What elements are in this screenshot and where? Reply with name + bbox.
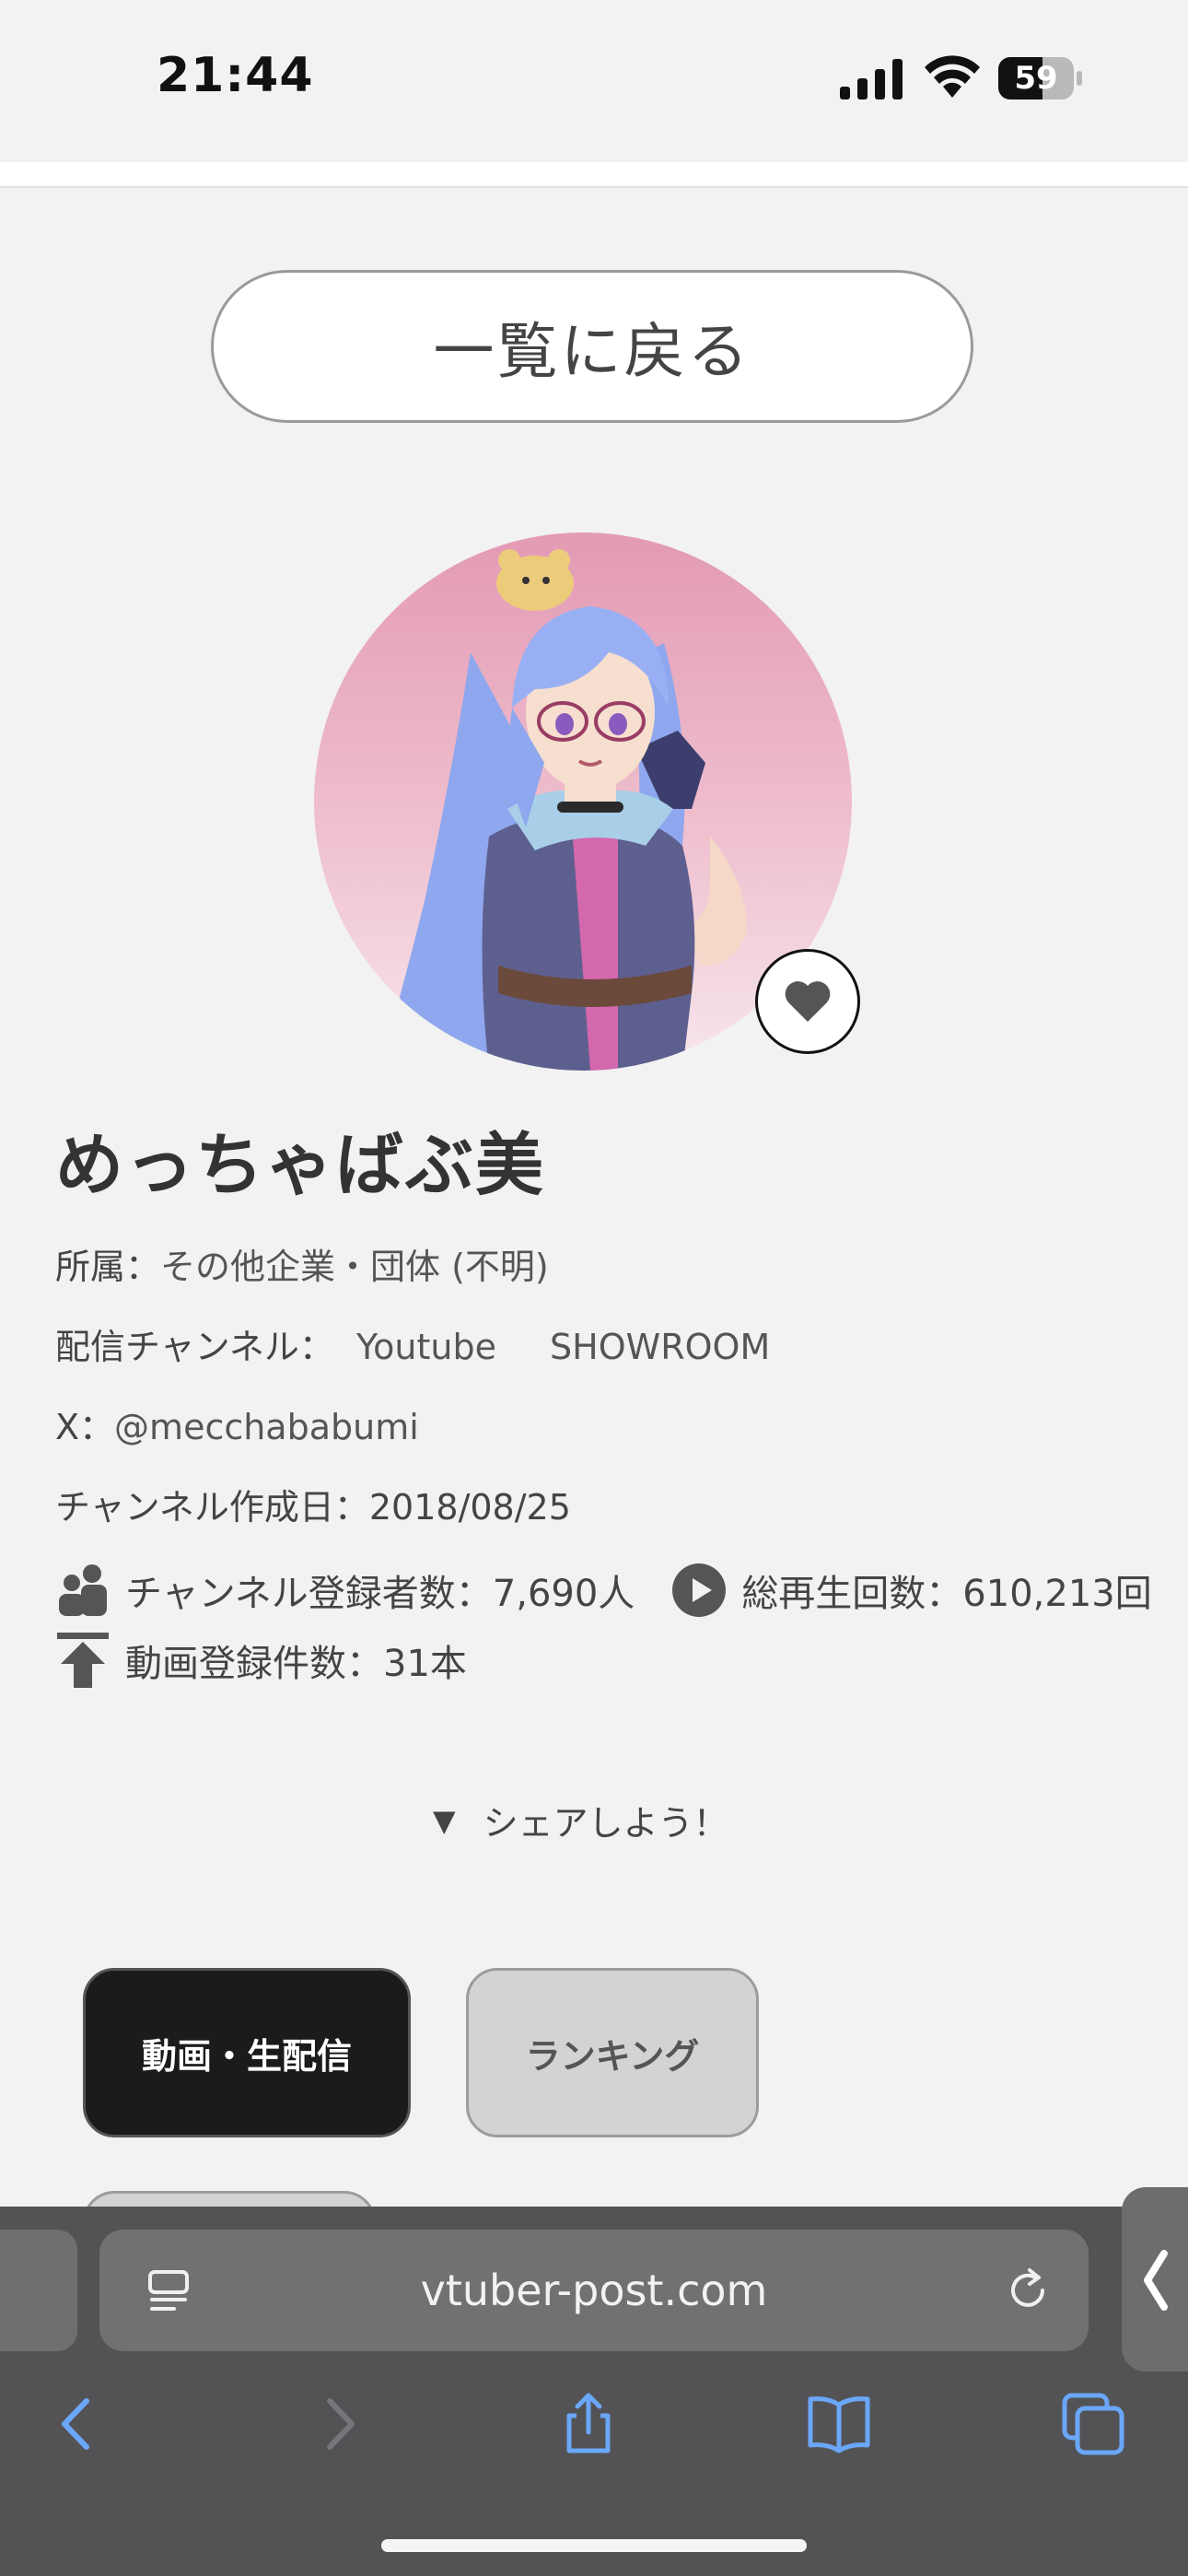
affiliation-row: 所属：その他企業・団体 (不明) (55, 1238, 549, 1289)
battery-icon: 59 (998, 57, 1083, 100)
home-indicator (381, 2539, 807, 2552)
url-text[interactable]: vtuber-post.com (99, 2230, 1089, 2351)
status-bar: 21:44 59 (0, 0, 1188, 162)
status-time: 21:44 (157, 48, 314, 103)
youtube-link[interactable]: Youtube (356, 1327, 496, 1367)
videos-row: 動画登録件数：31本 (55, 1631, 467, 1690)
total-views: 総再生回数：610,213回 (741, 1573, 1152, 1615)
showroom-link[interactable]: SHOWROOM (550, 1327, 770, 1367)
channel-created-value: 2018/08/25 (368, 1487, 571, 1528)
tabs-icon[interactable] (1061, 2392, 1125, 2456)
back-to-list-button[interactable]: 一覧に戻る (211, 270, 973, 423)
channel-label: 配信チャンネル： (55, 1327, 334, 1367)
channel-row: 配信チャンネル： Youtube SHOWROOM (55, 1318, 770, 1369)
video-count: 動画登録件数：31本 (125, 1643, 467, 1685)
heart-icon (785, 981, 831, 1022)
x-handle-link[interactable]: @mecchababumi (114, 1407, 419, 1447)
back-arrow-icon[interactable] (46, 2392, 111, 2456)
play-icon (672, 1563, 727, 1617)
people-icon (59, 1564, 107, 1616)
reload-icon[interactable] (1004, 2266, 1052, 2314)
share-label: シェアしよう！ (483, 1803, 728, 1844)
forward-arrow-icon[interactable] (306, 2392, 370, 2456)
stats-row: チャンネル登録者数：7,690人 総再生回数：610,213回 (55, 1561, 1152, 1620)
bookmarks-icon[interactable] (807, 2392, 871, 2456)
tab-ranking[interactable]: ランキング (466, 1968, 759, 2137)
vtuber-name: めっちゃばぶ美 (55, 1126, 545, 1205)
subscriber-count: チャンネル登録者数：7,690人 (125, 1573, 635, 1615)
x-label: X： (55, 1407, 115, 1447)
page-header-edge (0, 162, 1188, 188)
cellular-signal-icon (840, 59, 903, 100)
affiliation-label: 所属： (55, 1247, 161, 1287)
favorite-button[interactable] (755, 949, 860, 1054)
tab-videos-live[interactable]: 動画・生配信 (83, 1968, 411, 2137)
channel-created-row: チャンネル作成日：2018/08/25 (55, 1479, 571, 1529)
affiliation-value: その他企業・団体 (不明) (160, 1247, 549, 1287)
share-toggle[interactable]: ▼ シェアしよう！ (433, 1795, 728, 1845)
x-account-row: X：@mecchababumi (55, 1399, 419, 1449)
channel-created-label: チャンネル作成日： (55, 1487, 369, 1528)
share-icon[interactable] (556, 2392, 621, 2456)
upload-icon (57, 1633, 109, 1688)
wifi-icon (925, 55, 980, 98)
share-arrow-icon: ▼ (433, 1802, 456, 1838)
previous-tab-preview[interactable] (0, 2230, 77, 2351)
battery-level: 59 (1014, 60, 1058, 97)
chevron-left-icon (1144, 2250, 1168, 2311)
